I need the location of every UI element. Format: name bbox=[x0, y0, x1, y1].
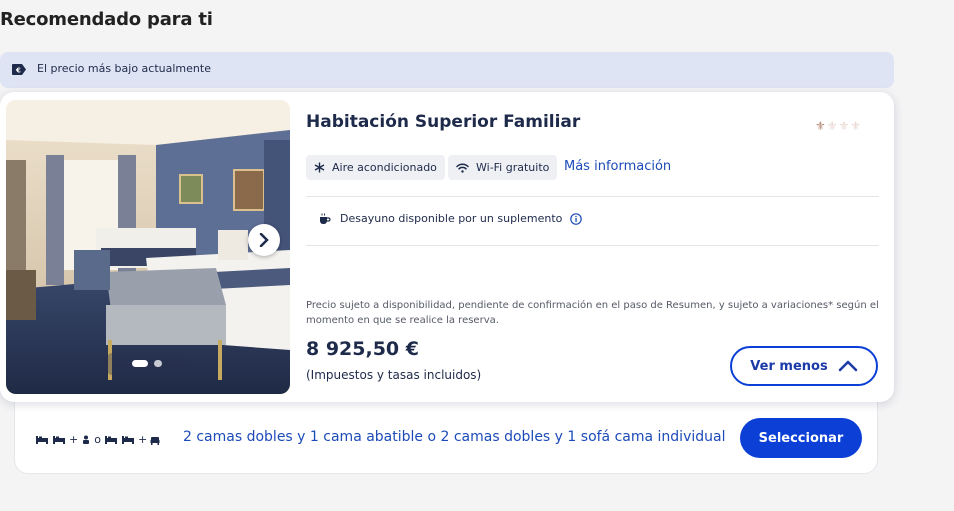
info-icon[interactable] bbox=[570, 212, 583, 225]
room-photo bbox=[6, 100, 290, 394]
bed-configuration-icons: + o + bbox=[35, 433, 160, 446]
person-icon bbox=[83, 435, 90, 444]
room-price: 8 925,50 € bbox=[306, 338, 419, 360]
divider bbox=[306, 245, 879, 246]
divider bbox=[306, 196, 879, 197]
svg-text:€: € bbox=[15, 67, 21, 75]
room-card: Habitación Superior Familiar ⚜ ⚜ ⚜ ⚜ Air… bbox=[0, 92, 894, 402]
carousel-dot-active[interactable] bbox=[132, 360, 148, 367]
breakfast-icon bbox=[320, 213, 331, 224]
more-info-link[interactable]: Más información bbox=[564, 159, 671, 174]
bed-icon bbox=[121, 435, 134, 444]
show-less-label: Ver menos bbox=[750, 358, 828, 374]
plus-separator: + bbox=[137, 433, 148, 446]
plus-separator: + bbox=[69, 433, 79, 446]
chevron-right-icon bbox=[259, 233, 269, 247]
carousel-pagination bbox=[104, 352, 192, 376]
chevron-up-icon bbox=[838, 360, 857, 372]
show-less-button[interactable]: Ver menos bbox=[730, 346, 878, 386]
room-title: Habitación Superior Familiar bbox=[306, 112, 581, 132]
wifi-icon bbox=[456, 163, 469, 173]
banner-text: El precio más bajo actualmente bbox=[37, 62, 211, 75]
bed-description: 2 camas dobles y 1 cama abatible o 2 cam… bbox=[183, 429, 726, 445]
price-disclaimer: Precio sujeto a disponibilidad, pendient… bbox=[306, 300, 879, 326]
bed-icon bbox=[53, 435, 65, 444]
next-photo-button[interactable] bbox=[248, 224, 280, 256]
sofa-bed-icon bbox=[150, 436, 160, 445]
taxes-note: (Impuestos y tasas incluidos) bbox=[306, 368, 482, 382]
bed-icon bbox=[36, 435, 48, 444]
fleur-de-lis-icon: ⚜ bbox=[838, 119, 850, 133]
bed-icon bbox=[104, 435, 117, 444]
room-photo-carousel[interactable] bbox=[6, 100, 290, 394]
section-title: Recomendado para ti bbox=[0, 9, 213, 30]
amenity-label: Aire acondicionado bbox=[332, 161, 437, 174]
amenity-wifi: Wi-Fi gratuito bbox=[448, 155, 558, 180]
amenity-label: Wi-Fi gratuito bbox=[476, 161, 550, 174]
breakfast-info: Desayuno disponible por un suplemento bbox=[318, 212, 583, 225]
select-button[interactable]: Seleccionar bbox=[740, 418, 862, 458]
fleur-de-lis-icon: ⚜ bbox=[850, 119, 862, 133]
amenity-air-conditioning: Aire acondicionado bbox=[306, 155, 445, 180]
room-rating: ⚜ ⚜ ⚜ ⚜ bbox=[815, 120, 861, 132]
or-separator: o bbox=[94, 433, 101, 446]
fleur-de-lis-icon: ⚜ bbox=[815, 119, 826, 133]
fleur-de-lis-icon: ⚜ bbox=[826, 119, 838, 133]
carousel-dot[interactable] bbox=[154, 360, 162, 367]
snowflake-icon bbox=[314, 162, 325, 173]
price-tag-icon: € bbox=[12, 64, 26, 75]
lowest-price-banner: € El precio más bajo actualmente bbox=[0, 52, 894, 88]
breakfast-text: Desayuno disponible por un suplemento bbox=[340, 212, 563, 225]
